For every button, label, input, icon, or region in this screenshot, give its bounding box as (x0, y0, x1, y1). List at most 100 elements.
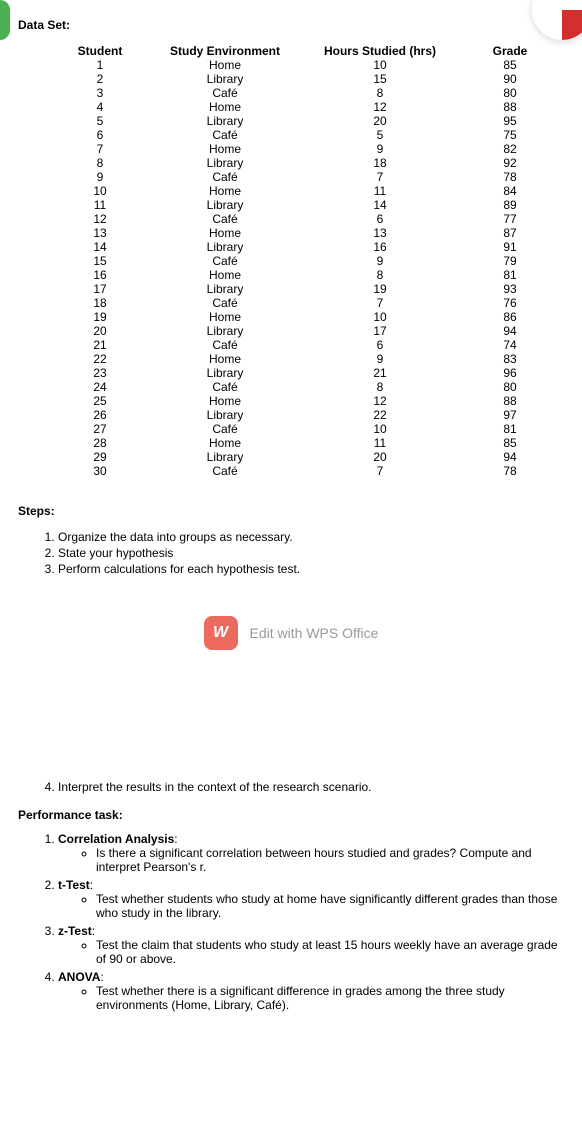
cell-env: Café (150, 422, 300, 436)
cell-env: Home (150, 142, 300, 156)
cell-grade: 94 (460, 450, 560, 464)
cell-env: Library (150, 282, 300, 296)
table-row: 30Café778 (50, 464, 564, 478)
table-row: 27Café1081 (50, 422, 564, 436)
steps-list: Organize the data into groups as necessa… (58, 530, 564, 576)
cell-student: 26 (50, 408, 150, 422)
perf-item-title: z-Test (58, 924, 92, 938)
cell-grade: 77 (460, 212, 560, 226)
cell-hours: 10 (300, 310, 460, 324)
perf-item: ANOVA:Test whether there is a significan… (58, 970, 564, 1012)
cell-grade: 87 (460, 226, 560, 240)
cell-env: Home (150, 352, 300, 366)
table-row: 24Café880 (50, 380, 564, 394)
step-item: Organize the data into groups as necessa… (58, 530, 564, 544)
cell-grade: 97 (460, 408, 560, 422)
cell-grade: 89 (460, 198, 560, 212)
cell-env: Home (150, 184, 300, 198)
cell-hours: 14 (300, 198, 460, 212)
cell-grade: 94 (460, 324, 560, 338)
cell-hours: 12 (300, 394, 460, 408)
perf-sub-item: Is there a significant correlation betwe… (96, 846, 564, 874)
cell-env: Library (150, 240, 300, 254)
header-environment: Study Environment (150, 44, 300, 58)
cell-hours: 19 (300, 282, 460, 296)
cell-grade: 78 (460, 170, 560, 184)
cell-hours: 6 (300, 338, 460, 352)
performance-task-list: Correlation Analysis:Is there a signific… (58, 832, 564, 1012)
table-row: 29Library2094 (50, 450, 564, 464)
perf-sub-list: Is there a significant correlation betwe… (96, 846, 564, 874)
cell-env: Library (150, 198, 300, 212)
table-row: 10Home1184 (50, 184, 564, 198)
cell-student: 2 (50, 72, 150, 86)
cell-student: 5 (50, 114, 150, 128)
cell-hours: 16 (300, 240, 460, 254)
cell-student: 9 (50, 170, 150, 184)
cell-hours: 8 (300, 380, 460, 394)
step-4-item: Interpret the results in the context of … (58, 780, 564, 794)
cell-grade: 80 (460, 380, 560, 394)
table-row: 22Home983 (50, 352, 564, 366)
table-row: 1Home1085 (50, 58, 564, 72)
cell-hours: 9 (300, 142, 460, 156)
cell-grade: 84 (460, 184, 560, 198)
cell-grade: 74 (460, 338, 560, 352)
cell-grade: 78 (460, 464, 560, 478)
cell-hours: 15 (300, 72, 460, 86)
cell-env: Home (150, 394, 300, 408)
cell-env: Library (150, 450, 300, 464)
table-header-row: Student Study Environment Hours Studied … (50, 44, 564, 58)
cell-env: Café (150, 296, 300, 310)
step-4-list: Interpret the results in the context of … (58, 780, 564, 794)
data-set-heading: Data Set: (18, 18, 564, 32)
cell-student: 10 (50, 184, 150, 198)
cell-env: Café (150, 170, 300, 184)
cell-hours: 20 (300, 450, 460, 464)
cell-env: Library (150, 72, 300, 86)
cell-grade: 93 (460, 282, 560, 296)
cell-hours: 6 (300, 212, 460, 226)
cell-env: Library (150, 366, 300, 380)
cell-student: 18 (50, 296, 150, 310)
table-row: 16Home881 (50, 268, 564, 282)
cell-env: Library (150, 324, 300, 338)
perf-sub-list: Test whether there is a significant diff… (96, 984, 564, 1012)
table-row: 2Library1590 (50, 72, 564, 86)
perf-sub-list: Test whether students who study at home … (96, 892, 564, 920)
perf-item-title: Correlation Analysis (58, 832, 174, 846)
cell-student: 30 (50, 464, 150, 478)
cell-student: 6 (50, 128, 150, 142)
table-row: 28Home1185 (50, 436, 564, 450)
cell-grade: 82 (460, 142, 560, 156)
cell-student: 14 (50, 240, 150, 254)
cell-hours: 17 (300, 324, 460, 338)
table-row: 9Café778 (50, 170, 564, 184)
cell-env: Café (150, 86, 300, 100)
perf-item: t-Test:Test whether students who study a… (58, 878, 564, 920)
cell-hours: 18 (300, 156, 460, 170)
cell-grade: 81 (460, 268, 560, 282)
cell-student: 16 (50, 268, 150, 282)
perf-item: Correlation Analysis:Is there a signific… (58, 832, 564, 874)
cell-grade: 85 (460, 436, 560, 450)
header-grade: Grade (460, 44, 560, 58)
table-row: 25Home1288 (50, 394, 564, 408)
cell-student: 27 (50, 422, 150, 436)
cell-grade: 83 (460, 352, 560, 366)
cell-grade: 85 (460, 58, 560, 72)
cell-grade: 80 (460, 86, 560, 100)
cell-env: Café (150, 212, 300, 226)
cell-env: Home (150, 310, 300, 324)
cell-student: 21 (50, 338, 150, 352)
cell-hours: 21 (300, 366, 460, 380)
performance-task-heading: Performance task: (18, 808, 564, 822)
cell-hours: 7 (300, 464, 460, 478)
table-row: 8Library1892 (50, 156, 564, 170)
perf-item-title: t-Test (58, 878, 90, 892)
table-row: 5Library2095 (50, 114, 564, 128)
cell-student: 20 (50, 324, 150, 338)
cell-student: 23 (50, 366, 150, 380)
wps-edit-banner[interactable]: W Edit with WPS Office (18, 616, 564, 650)
cell-student: 8 (50, 156, 150, 170)
